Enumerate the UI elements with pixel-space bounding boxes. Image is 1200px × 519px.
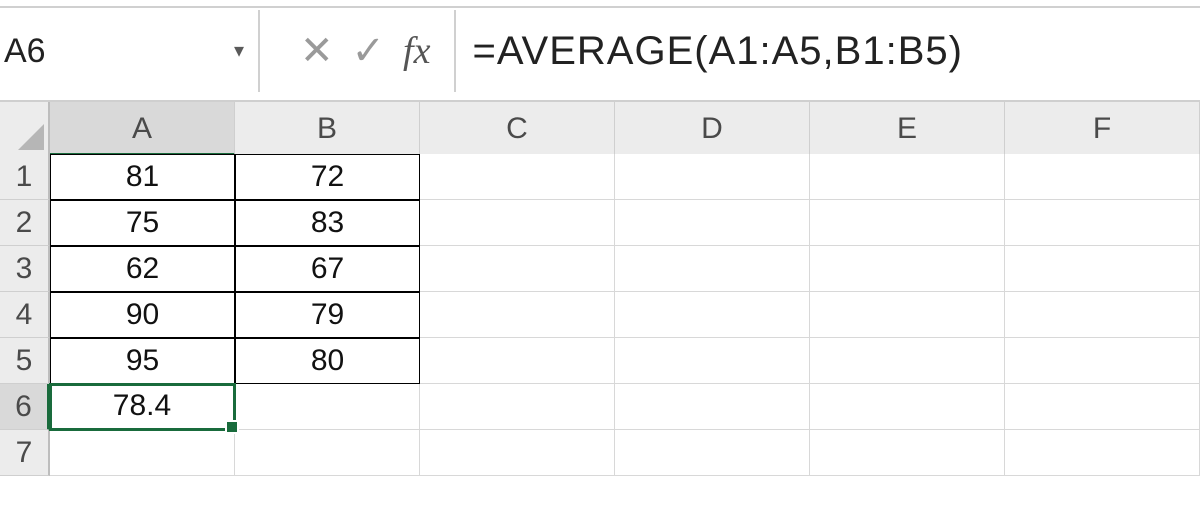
cell-A1[interactable]: 81	[50, 154, 235, 200]
cell-F1[interactable]	[1005, 154, 1200, 200]
col-header-D[interactable]: D	[615, 102, 810, 156]
cell-B6[interactable]	[235, 384, 420, 430]
cell-D3[interactable]	[615, 246, 810, 292]
cell-E2[interactable]	[810, 200, 1005, 246]
cell-E7[interactable]	[810, 430, 1005, 476]
name-box[interactable]: ▾	[0, 10, 260, 92]
grid-row: 90 79	[50, 292, 1200, 338]
cell-B3[interactable]: 67	[235, 246, 420, 292]
cell-C1[interactable]	[420, 154, 615, 200]
row-header-6[interactable]: 6	[0, 384, 50, 430]
row-header-7[interactable]: 7	[0, 430, 50, 476]
grid-row: 62 67	[50, 246, 1200, 292]
cell-B7[interactable]	[235, 430, 420, 476]
cell-grid: 81 72 75 83 62 67 90 79 95 80	[50, 154, 1200, 476]
fx-icon[interactable]: fx	[403, 32, 434, 70]
cell-E6[interactable]	[810, 384, 1005, 430]
grid-row: 81 72	[50, 154, 1200, 200]
cell-A4[interactable]: 90	[50, 292, 235, 338]
cell-C4[interactable]	[420, 292, 615, 338]
cell-D2[interactable]	[615, 200, 810, 246]
row-header-4[interactable]: 4	[0, 292, 50, 338]
cell-D6[interactable]	[615, 384, 810, 430]
cell-E5[interactable]	[810, 338, 1005, 384]
cell-C3[interactable]	[420, 246, 615, 292]
cell-F3[interactable]	[1005, 246, 1200, 292]
grid-row: 75 83	[50, 200, 1200, 246]
formula-input[interactable]: =AVERAGE(A1:A5,B1:B5)	[456, 10, 1200, 92]
cell-F4[interactable]	[1005, 292, 1200, 338]
col-header-A[interactable]: A	[50, 102, 235, 156]
cell-C5[interactable]	[420, 338, 615, 384]
formula-bar-buttons: ✕ ✓ fx	[260, 10, 456, 92]
cell-D7[interactable]	[615, 430, 810, 476]
cell-B2[interactable]: 83	[235, 200, 420, 246]
formula-bar: ▾ ✕ ✓ fx =AVERAGE(A1:A5,B1:B5)	[0, 10, 1200, 92]
cell-C6[interactable]	[420, 384, 615, 430]
row-header-5[interactable]: 5	[0, 338, 50, 384]
cell-B5[interactable]: 80	[235, 338, 420, 384]
select-all-corner[interactable]	[0, 102, 50, 156]
cell-F6[interactable]	[1005, 384, 1200, 430]
cell-C7[interactable]	[420, 430, 615, 476]
cell-A7[interactable]	[50, 430, 235, 476]
col-header-E[interactable]: E	[810, 102, 1005, 156]
cell-A2[interactable]: 75	[50, 200, 235, 246]
grid-row: 95 80	[50, 338, 1200, 384]
ribbon-divider	[0, 0, 1200, 8]
formula-text: =AVERAGE(A1:A5,B1:B5)	[472, 29, 962, 74]
cell-D4[interactable]	[615, 292, 810, 338]
col-header-C[interactable]: C	[420, 102, 615, 156]
cell-D1[interactable]	[615, 154, 810, 200]
cell-E3[interactable]	[810, 246, 1005, 292]
cell-F5[interactable]	[1005, 338, 1200, 384]
enter-icon[interactable]: ✓	[352, 31, 386, 71]
grid-row	[50, 430, 1200, 476]
cell-A5[interactable]: 95	[50, 338, 235, 384]
row-headers: 1 2 3 4 5 6 7	[0, 154, 50, 476]
chevron-down-icon[interactable]: ▾	[234, 38, 244, 63]
row-header-2[interactable]: 2	[0, 200, 50, 246]
cell-E4[interactable]	[810, 292, 1005, 338]
cell-A6[interactable]: 78.4	[50, 384, 235, 430]
name-box-input[interactable]	[2, 31, 182, 72]
col-header-B[interactable]: B	[235, 102, 420, 156]
cancel-icon[interactable]: ✕	[300, 31, 334, 71]
cell-C2[interactable]	[420, 200, 615, 246]
cell-F7[interactable]	[1005, 430, 1200, 476]
grid-row: 78.4	[50, 384, 1200, 430]
cell-E1[interactable]	[810, 154, 1005, 200]
cell-D5[interactable]	[615, 338, 810, 384]
cell-F2[interactable]	[1005, 200, 1200, 246]
cell-A3[interactable]: 62	[50, 246, 235, 292]
cell-B1[interactable]: 72	[235, 154, 420, 200]
cell-B4[interactable]: 79	[235, 292, 420, 338]
row-header-3[interactable]: 3	[0, 246, 50, 292]
row-header-1[interactable]: 1	[0, 154, 50, 200]
column-headers: A B C D E F	[0, 100, 1200, 154]
col-header-F[interactable]: F	[1005, 102, 1200, 156]
